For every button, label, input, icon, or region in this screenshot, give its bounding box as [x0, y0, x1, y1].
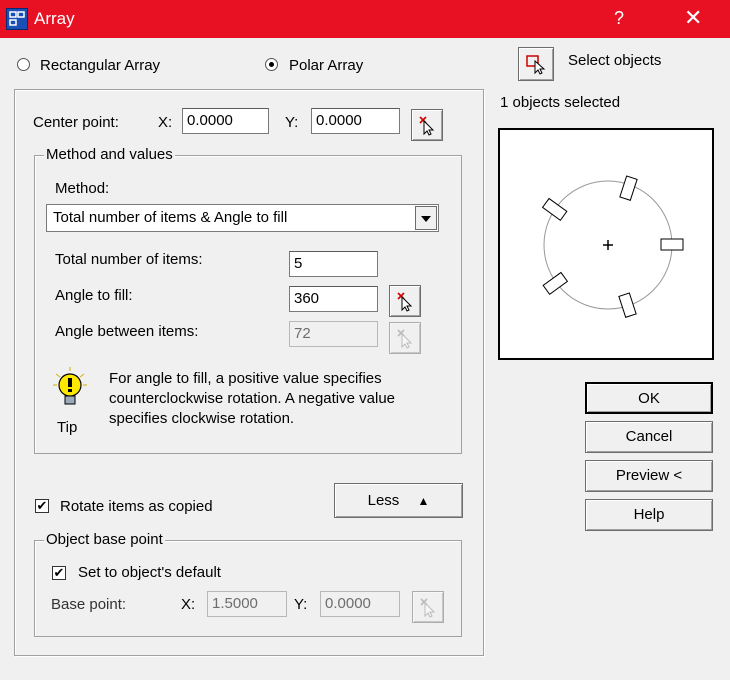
rectangular-array-label[interactable]: Rectangular Array — [40, 57, 160, 74]
object-base-point-title: Object base point — [44, 531, 165, 548]
tip-lightbulb-icon — [52, 366, 88, 410]
pick-base-point-button — [412, 591, 444, 623]
less-label: Less — [367, 492, 400, 509]
angle-between-input: 72 — [289, 321, 378, 347]
angle-fill-input[interactable]: 360 — [289, 286, 378, 312]
title-bar: Array ? ✕ — [0, 0, 730, 38]
pick-point-icon — [419, 116, 435, 136]
window-title: Array — [34, 9, 75, 28]
close-button[interactable]: ✕ — [684, 5, 702, 31]
pick-angle-between-button — [389, 322, 421, 354]
base-x-input: 1.5000 — [207, 591, 287, 617]
rotate-items-checkbox[interactable]: ✔ — [35, 499, 49, 513]
tip-label: Tip — [57, 419, 78, 436]
pick-center-point-button[interactable] — [411, 109, 443, 141]
base-point-label: Base point: — [51, 596, 127, 613]
help-title-button[interactable]: ? — [614, 8, 624, 29]
help-button[interactable]: Help — [585, 499, 713, 531]
pick-angle-fill-button[interactable] — [389, 285, 421, 317]
select-objects-label: Select objects — [568, 52, 662, 69]
cancel-button[interactable]: Cancel — [585, 421, 713, 453]
center-x-input[interactable]: 0.0000 — [182, 108, 269, 134]
tip-text: For angle to fill, a positive value spec… — [109, 370, 396, 427]
pick-point-icon — [397, 292, 413, 312]
angle-fill-label: Angle to fill: — [55, 287, 133, 304]
polar-array-radio[interactable] — [265, 58, 278, 71]
center-point-label: Center point: — [33, 114, 119, 131]
chevron-down-icon[interactable] — [415, 206, 437, 230]
double-up-arrow-icon: ▲ — [417, 494, 430, 508]
set-default-checkbox[interactable]: ✔ — [52, 566, 66, 580]
method-select[interactable]: Total number of items & Angle to fill — [46, 204, 439, 232]
object-base-point-group — [34, 540, 462, 637]
pick-point-icon — [397, 329, 413, 349]
ok-button[interactable]: OK — [585, 382, 713, 414]
angle-between-label: Angle between items: — [55, 323, 199, 340]
select-objects-icon — [526, 55, 546, 75]
base-y-input: 0.0000 — [320, 591, 400, 617]
method-value: Total number of items & Angle to fill — [53, 209, 288, 226]
method-label: Method: — [55, 180, 110, 197]
rectangular-array-radio[interactable] — [17, 58, 30, 71]
pick-point-icon — [420, 598, 436, 618]
method-values-title: Method and values — [44, 146, 175, 163]
preview-button[interactable]: Preview < — [585, 460, 713, 492]
base-y-label: Y: — [294, 596, 308, 613]
polar-array-label[interactable]: Polar Array — [289, 57, 363, 74]
center-x-label: X: — [158, 114, 173, 131]
total-items-input[interactable]: 5 — [289, 251, 378, 277]
total-items-label: Total number of items: — [55, 251, 203, 268]
center-y-input[interactable]: 0.0000 — [311, 108, 400, 134]
set-default-label[interactable]: Set to object's default — [78, 564, 221, 581]
less-button[interactable]: Less ▲ — [334, 483, 463, 518]
base-x-label: X: — [181, 596, 196, 613]
rotate-items-label[interactable]: Rotate items as copied — [60, 498, 213, 515]
selection-status: 1 objects selected — [500, 94, 621, 111]
array-app-icon — [6, 8, 28, 30]
array-preview — [498, 128, 714, 360]
select-objects-button[interactable] — [518, 47, 554, 81]
center-y-label: Y: — [285, 114, 299, 131]
